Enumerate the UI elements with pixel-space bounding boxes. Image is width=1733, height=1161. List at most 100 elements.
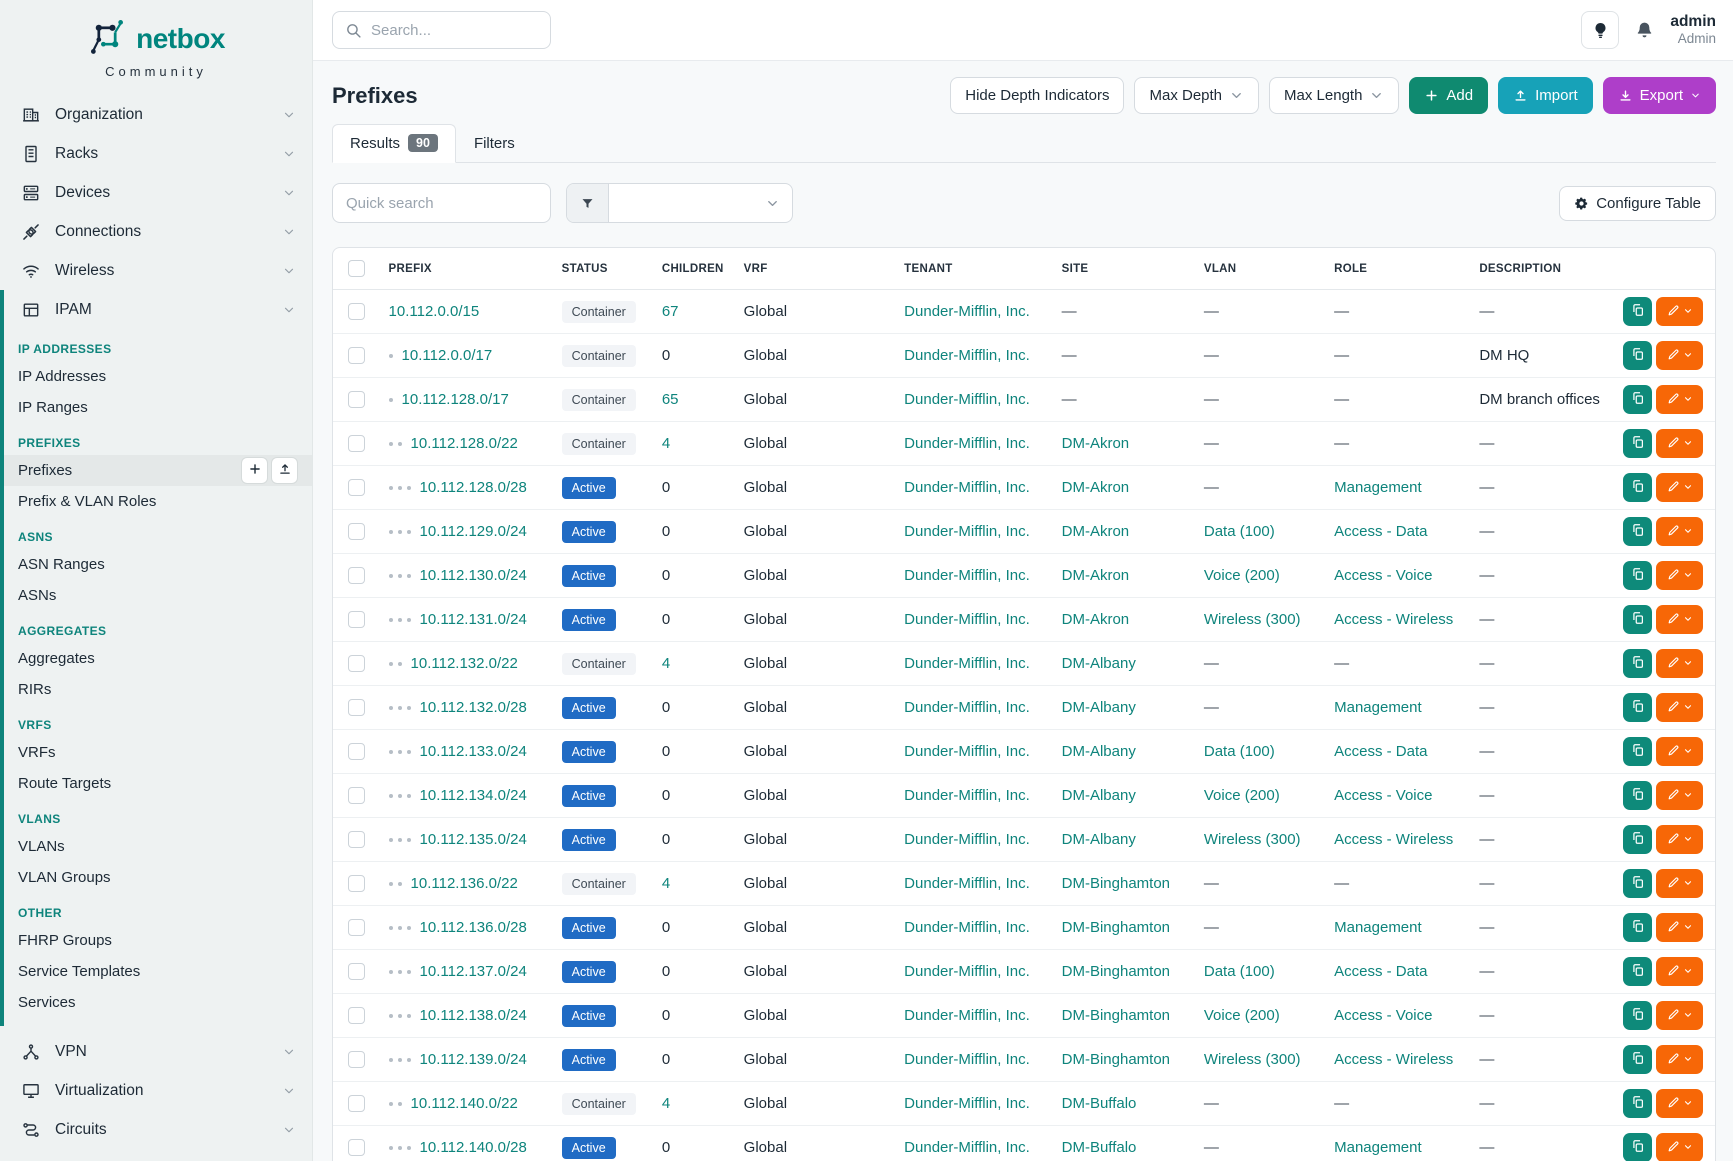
row-checkbox[interactable] xyxy=(348,435,365,452)
prefix-link[interactable]: 10.112.137.0/24 xyxy=(420,963,527,980)
edit-dropdown-button[interactable] xyxy=(1656,957,1703,986)
role-link[interactable]: Access - Voice xyxy=(1334,567,1432,584)
edit-dropdown-button[interactable] xyxy=(1656,693,1703,722)
role-link[interactable]: Access - Voice xyxy=(1334,1007,1432,1024)
copy-button[interactable] xyxy=(1623,1045,1652,1074)
row-checkbox[interactable] xyxy=(348,699,365,716)
sidebar-item-rirs[interactable]: RIRs xyxy=(0,674,312,705)
column-header-children[interactable]: CHILDREN xyxy=(652,248,734,290)
copy-button[interactable] xyxy=(1623,737,1652,766)
row-checkbox[interactable] xyxy=(348,391,365,408)
copy-button[interactable] xyxy=(1623,1133,1652,1161)
search-input[interactable] xyxy=(371,22,538,39)
tenant-link[interactable]: Dunder-Mifflin, Inc. xyxy=(904,655,1030,672)
sidebar-item-prefixes[interactable]: Prefixes xyxy=(0,455,312,486)
sidebar-item-vlan-groups[interactable]: VLAN Groups xyxy=(0,862,312,893)
edit-dropdown-button[interactable] xyxy=(1656,1001,1703,1030)
row-checkbox[interactable] xyxy=(348,875,365,892)
tenant-link[interactable]: Dunder-Mifflin, Inc. xyxy=(904,523,1030,540)
sidebar-item-service-templates[interactable]: Service Templates xyxy=(0,956,312,987)
row-checkbox[interactable] xyxy=(348,567,365,584)
sidebar-item-organization[interactable]: Organization xyxy=(0,95,312,134)
site-link[interactable]: DM-Akron xyxy=(1062,479,1130,496)
site-link[interactable]: DM-Binghamton xyxy=(1062,963,1170,980)
sidebar-item-asn-ranges[interactable]: ASN Ranges xyxy=(0,549,312,580)
edit-dropdown-button[interactable] xyxy=(1656,869,1703,898)
column-header-description[interactable]: DESCRIPTION xyxy=(1469,248,1613,290)
site-link[interactable]: DM-Binghamton xyxy=(1062,1051,1170,1068)
row-checkbox[interactable] xyxy=(348,303,365,320)
tenant-link[interactable]: Dunder-Mifflin, Inc. xyxy=(904,479,1030,496)
tenant-link[interactable]: Dunder-Mifflin, Inc. xyxy=(904,391,1030,408)
edit-dropdown-button[interactable] xyxy=(1656,737,1703,766)
row-checkbox[interactable] xyxy=(348,1095,365,1112)
filter-select[interactable] xyxy=(609,184,792,222)
prefix-link[interactable]: 10.112.140.0/28 xyxy=(420,1139,527,1156)
vlan-link[interactable]: Wireless (300) xyxy=(1204,611,1301,628)
prefix-link[interactable]: 10.112.135.0/24 xyxy=(420,831,527,848)
children-count-link[interactable]: 4 xyxy=(662,435,670,452)
sidebar-item-vlans[interactable]: VLANs xyxy=(0,831,312,862)
copy-button[interactable] xyxy=(1623,517,1652,546)
row-checkbox[interactable] xyxy=(348,963,365,980)
sidebar-item-racks[interactable]: Racks xyxy=(0,134,312,173)
role-link[interactable]: Access - Data xyxy=(1334,743,1427,760)
copy-button[interactable] xyxy=(1623,1089,1652,1118)
column-header-tenant[interactable]: TENANT xyxy=(894,248,1051,290)
prefix-link[interactable]: 10.112.128.0/22 xyxy=(411,435,518,452)
edit-dropdown-button[interactable] xyxy=(1656,385,1703,414)
global-search[interactable] xyxy=(332,11,551,49)
sidebar-item-devices[interactable]: Devices xyxy=(0,173,312,212)
tenant-link[interactable]: Dunder-Mifflin, Inc. xyxy=(904,1007,1030,1024)
tenant-link[interactable]: Dunder-Mifflin, Inc. xyxy=(904,303,1030,320)
site-link[interactable]: DM-Albany xyxy=(1062,831,1136,848)
vlan-link[interactable]: Voice (200) xyxy=(1204,1007,1280,1024)
sidebar-item-services[interactable]: Services xyxy=(0,987,312,1018)
row-checkbox[interactable] xyxy=(348,1139,365,1156)
select-all-checkbox[interactable] xyxy=(348,260,365,277)
role-link[interactable]: Management xyxy=(1334,479,1422,496)
site-link[interactable]: DM-Akron xyxy=(1062,435,1130,452)
copy-button[interactable] xyxy=(1623,913,1652,942)
site-link[interactable]: DM-Albany xyxy=(1062,743,1136,760)
prefix-link[interactable]: 10.112.130.0/24 xyxy=(420,567,527,584)
tenant-link[interactable]: Dunder-Mifflin, Inc. xyxy=(904,435,1030,452)
quick-import-button[interactable] xyxy=(271,457,298,484)
column-header-vrf[interactable]: VRF xyxy=(734,248,895,290)
prefix-link[interactable]: 10.112.0.0/15 xyxy=(389,303,480,320)
tenant-link[interactable]: Dunder-Mifflin, Inc. xyxy=(904,1051,1030,1068)
prefix-link[interactable]: 10.112.134.0/24 xyxy=(420,787,527,804)
copy-button[interactable] xyxy=(1623,957,1652,986)
site-link[interactable]: DM-Binghamton xyxy=(1062,875,1170,892)
column-header-site[interactable]: SITE xyxy=(1052,248,1194,290)
tenant-link[interactable]: Dunder-Mifflin, Inc. xyxy=(904,611,1030,628)
import-button[interactable]: Import xyxy=(1498,77,1593,114)
prefix-link[interactable]: 10.112.129.0/24 xyxy=(420,523,527,540)
sidebar-item-wireless[interactable]: Wireless xyxy=(0,251,312,290)
vlan-link[interactable]: Data (100) xyxy=(1204,743,1275,760)
vlan-link[interactable]: Data (100) xyxy=(1204,963,1275,980)
user-menu[interactable]: admin Admin xyxy=(1670,13,1716,48)
tenant-link[interactable]: Dunder-Mifflin, Inc. xyxy=(904,1139,1030,1156)
role-link[interactable]: Management xyxy=(1334,699,1422,716)
sidebar-item-fhrp-groups[interactable]: FHRP Groups xyxy=(0,925,312,956)
sidebar-item-ip-addresses[interactable]: IP Addresses xyxy=(0,361,312,392)
copy-button[interactable] xyxy=(1623,297,1652,326)
quick-add-button[interactable] xyxy=(241,457,268,484)
role-link[interactable]: Access - Wireless xyxy=(1334,611,1453,628)
copy-button[interactable] xyxy=(1623,429,1652,458)
tenant-link[interactable]: Dunder-Mifflin, Inc. xyxy=(904,347,1030,364)
edit-dropdown-button[interactable] xyxy=(1656,605,1703,634)
row-checkbox[interactable] xyxy=(348,787,365,804)
vlan-link[interactable]: Wireless (300) xyxy=(1204,831,1301,848)
children-count-link[interactable]: 4 xyxy=(662,1095,670,1112)
children-count-link[interactable]: 67 xyxy=(662,303,679,320)
sidebar-item-vpn[interactable]: VPN xyxy=(0,1032,312,1071)
tenant-link[interactable]: Dunder-Mifflin, Inc. xyxy=(904,743,1030,760)
row-checkbox[interactable] xyxy=(348,347,365,364)
prefix-link[interactable]: 10.112.136.0/28 xyxy=(420,919,527,936)
edit-dropdown-button[interactable] xyxy=(1656,1133,1703,1161)
edit-dropdown-button[interactable] xyxy=(1656,1045,1703,1074)
tab-filters[interactable]: Filters xyxy=(456,124,533,163)
copy-button[interactable] xyxy=(1623,473,1652,502)
